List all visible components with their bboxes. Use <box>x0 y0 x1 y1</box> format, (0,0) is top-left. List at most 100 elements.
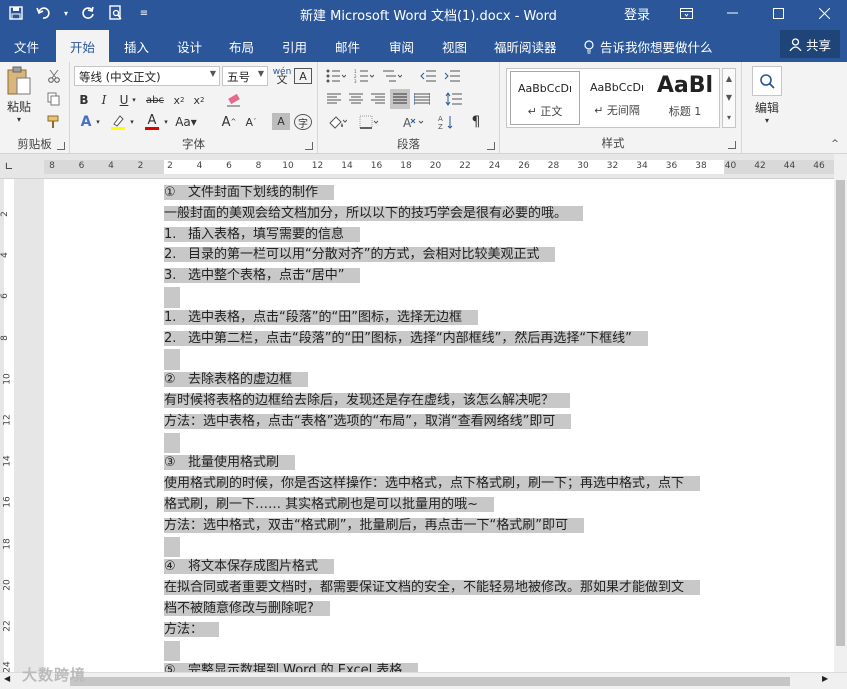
document-line[interactable]: ② 去除表格的虚边框 <box>164 370 724 391</box>
document-line[interactable]: ⑤ 完整显示数据到 Word 的 Excel 表格 <box>164 661 724 672</box>
bullets-icon[interactable] <box>324 66 348 86</box>
tab-design[interactable]: 设计 <box>177 37 202 56</box>
more-icon[interactable]: ▾ <box>727 113 731 122</box>
tell-me-box[interactable]: 告诉我你想要做什么 <box>584 37 713 56</box>
document-line[interactable] <box>164 536 724 558</box>
bold-button[interactable]: B <box>76 90 92 110</box>
document-body[interactable]: ① 文件封面下划线的制作 一般封面的美观会给文档加分，所以以下的技巧学会是很有必要的… <box>164 183 724 672</box>
sort-icon[interactable]: AZ <box>436 112 456 132</box>
print-preview-icon[interactable] <box>106 3 126 23</box>
style-heading-1[interactable]: AaBl 标题 1 <box>653 71 717 125</box>
numbering-icon[interactable]: 123 <box>352 66 376 86</box>
shading-icon[interactable] <box>324 112 350 132</box>
document-line[interactable]: 方法：选中格式，双击“格式刷”，批量刷后，再点击一下“格式刷”即可 <box>164 516 724 537</box>
clipboard-launcher-icon[interactable] <box>57 142 65 150</box>
enclose-characters-icon[interactable]: 字 <box>294 114 312 130</box>
login-link[interactable]: 登录 <box>624 4 650 23</box>
tab-mailings[interactable]: 邮件 <box>335 37 360 56</box>
italic-button[interactable]: I <box>96 90 112 110</box>
save-icon[interactable] <box>6 3 26 23</box>
ribbon-display-options-icon[interactable] <box>663 0 709 26</box>
customize-qat-icon[interactable]: ≡ <box>134 3 154 23</box>
format-painter-icon[interactable] <box>44 112 64 132</box>
document-line[interactable]: 3. 选中整个表格，点击“居中” <box>164 266 724 287</box>
document-line[interactable]: 2. 目录的第一栏可以用“分散对齐”的方式，会相对比较美观正式 <box>164 245 724 266</box>
justify-icon[interactable] <box>390 89 410 109</box>
show-marks-icon[interactable]: ¶ <box>466 112 486 132</box>
document-line[interactable] <box>164 286 724 308</box>
document-line[interactable]: ① 文件封面下划线的制作 <box>164 183 724 204</box>
tab-file[interactable]: 文件 <box>14 37 39 56</box>
text-effects-icon[interactable]: A <box>76 112 96 132</box>
horizontal-scroll-thumb[interactable] <box>70 677 790 686</box>
tab-insert[interactable]: 插入 <box>124 37 149 56</box>
tab-view[interactable]: 视图 <box>442 37 467 56</box>
highlight-dropdown-icon[interactable]: ▾ <box>128 112 136 132</box>
highlight-icon[interactable] <box>108 112 128 132</box>
editing-button[interactable]: 编辑 ▾ <box>752 66 782 125</box>
style-no-spacing[interactable]: AaBbCcDı ↵ 无间隔 <box>582 71 652 125</box>
paste-dropdown-icon[interactable]: ▾ <box>17 115 21 124</box>
increase-indent-icon[interactable] <box>442 66 462 86</box>
font-name-combo[interactable]: 等线 (中文正文) ▼ <box>74 66 220 86</box>
document-line[interactable]: 1. 选中表格，点击“段落”的“田”图标，选择无边框 <box>164 308 724 329</box>
document-line[interactable] <box>164 640 724 662</box>
strikethrough-button[interactable]: abc <box>144 90 166 110</box>
change-case-icon[interactable]: Aa▾ <box>174 112 198 132</box>
document-line[interactable]: 使用格式刷的时候，你是否这样操作：选中格式，点下格式刷，刷一下；再选中格式，点下 <box>164 474 724 495</box>
styles-launcher-icon[interactable] <box>728 141 736 149</box>
font-color-dropdown-icon[interactable]: ▾ <box>162 112 170 132</box>
document-line[interactable]: 1. 插入表格，填写需要的信息 <box>164 225 724 246</box>
horizontal-scrollbar[interactable]: ◀ ▶ <box>0 672 847 689</box>
align-right-icon[interactable] <box>368 89 388 109</box>
vertical-scrollbar[interactable] <box>834 154 847 672</box>
font-launcher-icon[interactable] <box>305 142 313 150</box>
undo-dropdown-icon[interactable]: ▾ <box>62 3 70 23</box>
borders-icon[interactable] <box>356 112 382 132</box>
vertical-ruler[interactable]: 2468101214161820222426 <box>0 179 17 673</box>
text-effects-dropdown-icon[interactable]: ▾ <box>94 112 102 132</box>
close-icon[interactable] <box>801 0 847 26</box>
multilevel-list-icon[interactable] <box>380 66 404 86</box>
subscript-button[interactable]: x2 <box>170 90 188 110</box>
decrease-indent-icon[interactable] <box>418 66 438 86</box>
font-size-combo[interactable]: 五号 ▼ <box>222 66 268 86</box>
document-line[interactable]: 一般封面的美观会给文档加分，所以以下的技巧学会是很有必要的哦。 <box>164 204 724 225</box>
paragraph-launcher-icon[interactable] <box>487 142 495 150</box>
chevron-down-icon[interactable]: ▼ <box>726 93 732 102</box>
share-button[interactable]: 共享 <box>780 30 840 58</box>
tab-layout[interactable]: 布局 <box>229 37 254 56</box>
maximize-icon[interactable] <box>755 0 801 26</box>
document-line[interactable]: ③ 批量使用格式刷 <box>164 453 724 474</box>
distributed-icon[interactable] <box>412 89 432 109</box>
tab-home[interactable]: 开始 <box>56 30 110 62</box>
tab-references[interactable]: 引用 <box>282 37 307 56</box>
clear-formatting-icon[interactable] <box>224 90 244 110</box>
chinese-layout-icon[interactable]: A <box>400 112 428 132</box>
font-color-icon[interactable]: A <box>142 112 162 132</box>
character-shading-icon[interactable]: A <box>272 113 290 130</box>
document-line[interactable]: ④ 将文本保存成图片格式 <box>164 557 724 578</box>
scroll-left-icon[interactable]: ◀ <box>4 674 10 683</box>
document-line[interactable] <box>164 432 724 454</box>
redo-icon[interactable] <box>78 3 98 23</box>
minimize-icon[interactable] <box>709 0 755 26</box>
vertical-scroll-thumb[interactable] <box>836 180 845 646</box>
style-normal[interactable]: AaBbCcDı ↵ 正文 <box>510 71 580 125</box>
underline-dropdown-icon[interactable]: ▾ <box>130 90 138 110</box>
grow-font-icon[interactable]: A ^ <box>220 112 238 132</box>
tab-selector-icon[interactable]: ∟ <box>2 156 16 176</box>
copy-icon[interactable] <box>44 89 64 109</box>
document-line[interactable]: 格式刷，刷一下…… 其实格式刷也是可以批量用的哦~ <box>164 495 724 516</box>
document-line[interactable]: 2. 选中第二栏，点击“段落”的“田”图标，选择“内部框线”，然后再选择“下框线” <box>164 329 724 350</box>
align-left-icon[interactable] <box>324 89 344 109</box>
document-line[interactable] <box>164 349 724 371</box>
shrink-font-icon[interactable]: Aˇ <box>242 112 260 132</box>
ruler-bar[interactable]: 8 6 4 2 2 4 6 8 10 12 14 16 18 20 22 24 26 28 30 32 34 36 38 40… <box>44 160 834 174</box>
cut-icon[interactable] <box>44 66 64 86</box>
document-page[interactable]: ① 文件封面下划线的制作 一般封面的美观会给文档加分，所以以下的技巧学会是很有必要的… <box>44 179 834 672</box>
phonetic-guide-icon[interactable]: wén 文 <box>272 66 292 86</box>
character-border-icon[interactable]: A <box>294 68 312 84</box>
paste-button[interactable]: 粘贴 ▾ <box>6 66 32 124</box>
tab-foxit-reader[interactable]: 福昕阅读器 <box>494 37 557 56</box>
